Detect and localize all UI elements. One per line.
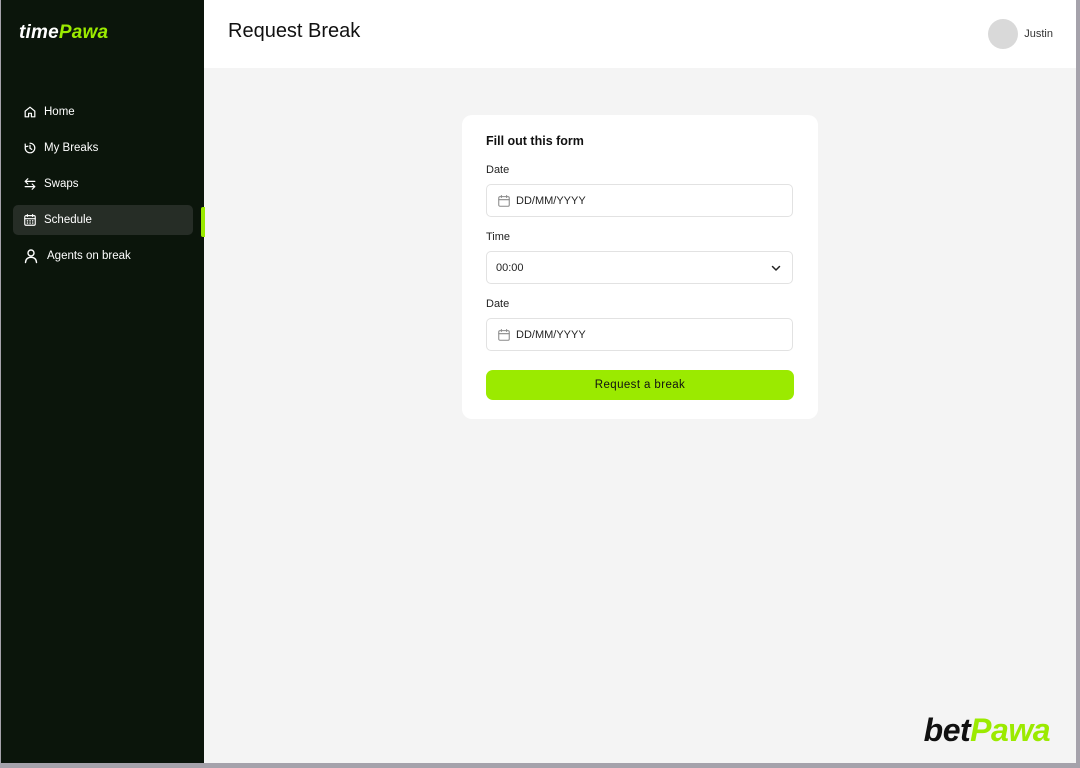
calendar-icon xyxy=(23,213,37,227)
sidebar-item-my-breaks[interactable]: My Breaks xyxy=(13,133,193,163)
sidebar-item-schedule[interactable]: Schedule xyxy=(13,205,193,235)
app-window: timePawa Home My Breaks Swaps Schedule A… xyxy=(1,0,1076,763)
person-icon xyxy=(23,248,39,264)
sidebar-item-swaps[interactable]: Swaps xyxy=(13,169,193,199)
brand-logo-text-2: Pawa xyxy=(970,712,1050,748)
user-menu[interactable]: Justin xyxy=(988,19,1053,49)
sidebar-nav: Home My Breaks Swaps Schedule Agents on … xyxy=(13,97,193,277)
request-break-form: Fill out this form Date DD/MM/YYYY Time … xyxy=(462,115,818,419)
sidebar-item-home[interactable]: Home xyxy=(13,97,193,127)
page-title: Request Break xyxy=(228,20,361,42)
swap-arrows-icon xyxy=(23,177,37,191)
time-select[interactable]: 00:00 xyxy=(486,251,793,284)
time-value: 00:00 xyxy=(496,261,524,274)
date-field[interactable]: DD/MM/YYYY xyxy=(486,318,793,351)
app-logo-text-2: Pawa xyxy=(58,22,109,43)
date-field[interactable]: DD/MM/YYYY xyxy=(486,184,793,217)
home-icon xyxy=(23,105,37,119)
sidebar-item-label: Home xyxy=(44,106,75,118)
sidebar-item-label: My Breaks xyxy=(44,142,99,154)
request-break-button[interactable]: Request a break xyxy=(486,370,794,400)
brand-logo-text-1: bet xyxy=(923,712,971,748)
app-logo-text-1: time xyxy=(19,22,59,43)
sidebar-item-label: Agents on break xyxy=(47,250,131,262)
chevron-down-icon xyxy=(770,262,782,274)
sidebar: timePawa Home My Breaks Swaps Schedule A… xyxy=(1,0,204,763)
active-nav-indicator xyxy=(201,207,205,237)
user-name: Justin xyxy=(1024,28,1053,40)
date-placeholder: DD/MM/YYYY xyxy=(516,328,586,341)
time-label: Time xyxy=(486,231,511,243)
calendar-icon xyxy=(497,328,511,342)
form-title: Fill out this form xyxy=(486,134,584,148)
timer-icon xyxy=(23,141,37,155)
date-placeholder: DD/MM/YYYY xyxy=(516,194,586,207)
brand-logo: betPawa xyxy=(923,712,1051,749)
calendar-icon xyxy=(497,194,511,208)
top-header: Request Break Justin xyxy=(204,0,1076,68)
date-label: Date xyxy=(486,164,510,176)
sidebar-item-label: Schedule xyxy=(44,214,92,226)
app-logo[interactable]: timePawa xyxy=(19,22,108,44)
date-label: Date xyxy=(486,298,510,310)
avatar[interactable] xyxy=(988,19,1019,49)
sidebar-item-agents-on-break[interactable]: Agents on break xyxy=(13,241,193,271)
sidebar-item-label: Swaps xyxy=(44,178,79,190)
